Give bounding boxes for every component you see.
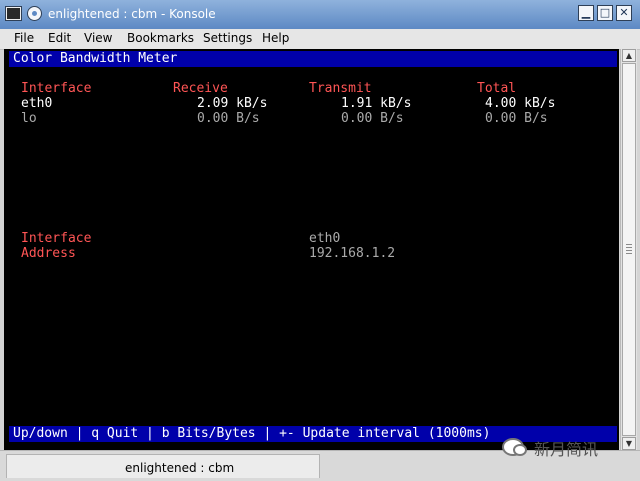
menu-view[interactable]: View: [84, 31, 112, 45]
window-menu-icon[interactable]: [27, 6, 42, 21]
window-title: enlightened : cbm - Konsole: [48, 7, 216, 21]
menu-settings[interactable]: Settings: [203, 31, 252, 45]
menu-file[interactable]: File: [14, 31, 34, 45]
scroll-thumb[interactable]: [622, 63, 636, 436]
header-bar-title: Color Bandwidth Meter: [13, 51, 178, 66]
tab-session[interactable]: enlightened : cbm: [6, 454, 320, 478]
detail-address-label: Address: [21, 246, 76, 261]
row-eth0-interface: eth0: [21, 96, 53, 111]
konsole-app-icon[interactable]: [5, 6, 22, 21]
col-header-receive: Receive: [173, 81, 228, 96]
close-button[interactable]: ✕: [616, 5, 632, 21]
detail-interface-value: eth0: [309, 231, 341, 246]
watermark: 新月简讯: [498, 434, 638, 460]
col-header-total: Total: [477, 81, 517, 96]
terminal-view[interactable]: Color Bandwidth Meter Interface Receive …: [4, 49, 619, 450]
header-bar: Color Bandwidth Meter: [9, 51, 617, 67]
minimize-button[interactable]: ▁: [578, 5, 594, 21]
scroll-up-button[interactable]: ▲: [622, 49, 636, 62]
row-eth0-total: 4.00 kB/s: [485, 96, 556, 111]
row-lo-total: 0.00 B/s: [485, 111, 548, 126]
col-header-transmit: Transmit: [309, 81, 372, 96]
maximize-button[interactable]: □: [597, 5, 613, 21]
vertical-scrollbar[interactable]: ▲ ▼: [620, 49, 637, 450]
scroll-grip-icon: [626, 244, 632, 256]
title-bar[interactable]: enlightened : cbm - Konsole ▁ □ ✕: [0, 0, 640, 30]
row-lo-receive: 0.00 B/s: [197, 111, 260, 126]
watermark-text: 新月简讯: [534, 440, 599, 459]
tab-session-label: enlightened : cbm: [125, 461, 235, 475]
detail-interface-label: Interface: [21, 231, 92, 246]
row-lo-interface: lo: [21, 111, 37, 126]
row-eth0-transmit: 1.91 kB/s: [341, 96, 412, 111]
wechat-icon-secondary: [513, 444, 527, 456]
menu-help[interactable]: Help: [262, 31, 289, 45]
row-lo-transmit: 0.00 B/s: [341, 111, 404, 126]
menu-bookmarks[interactable]: Bookmarks: [127, 31, 194, 45]
row-eth0-receive: 2.09 kB/s: [197, 96, 268, 111]
menu-bar: File Edit View Bookmarks Settings Help: [0, 29, 640, 50]
detail-address-value: 192.168.1.2: [309, 246, 396, 261]
menu-edit[interactable]: Edit: [48, 31, 71, 45]
footer-bar-keys: Up/down | q Quit | b Bits/Bytes | +- Upd…: [13, 426, 491, 441]
col-header-interface: Interface: [21, 81, 92, 96]
